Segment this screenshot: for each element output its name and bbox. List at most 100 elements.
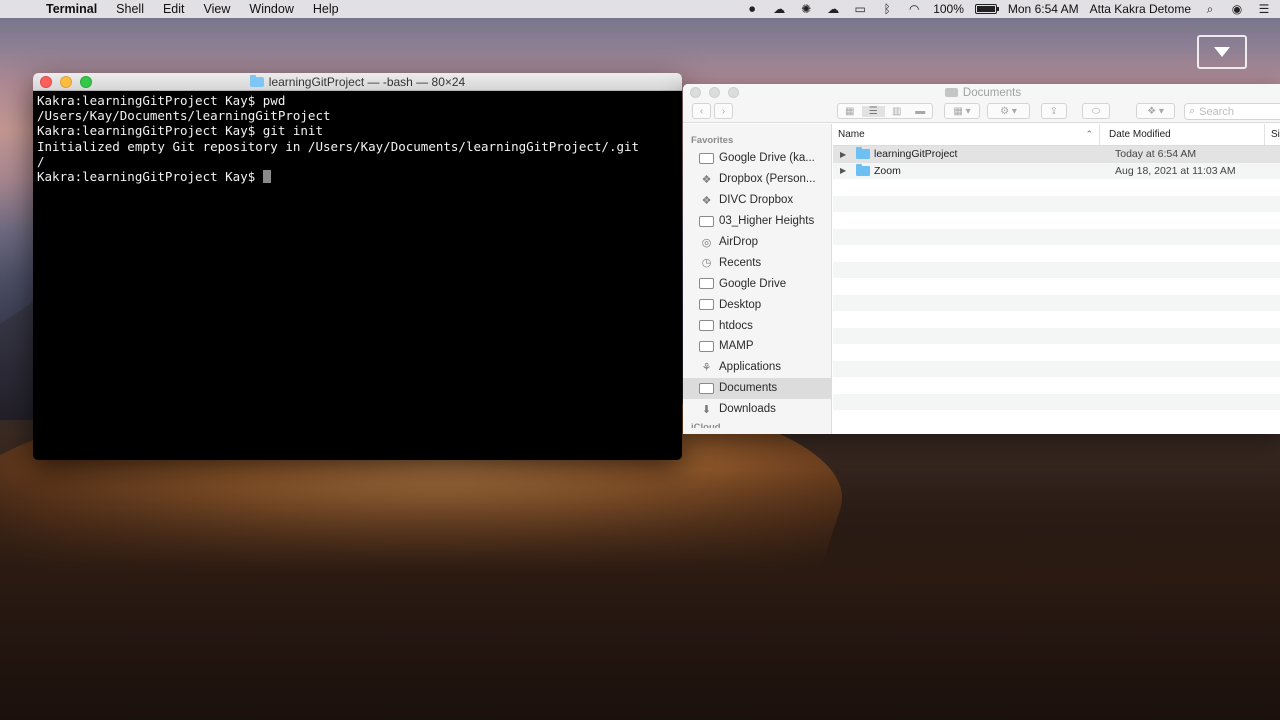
empty-row <box>833 278 1280 295</box>
wifi-icon[interactable]: ◠ <box>906 2 922 16</box>
screen-record-icon[interactable]: ⏺ <box>744 2 760 16</box>
file-list: Name ⌃ Date Modified Si ▶ learningGitProj… <box>833 124 1280 434</box>
folder-icon <box>699 152 714 164</box>
chevron-right-icon: › <box>721 105 726 117</box>
finder-titlebar[interactable]: Documents <box>683 84 1280 101</box>
sidebar-item-label: Dropbox (Person... <box>719 173 816 186</box>
gallery-view-icon[interactable]: ▬ <box>909 106 933 117</box>
airplay-icon[interactable]: ▭ <box>852 2 868 16</box>
column-size-header[interactable]: Si <box>1265 124 1280 145</box>
battery-level <box>976 6 995 12</box>
documents-icon <box>699 382 714 394</box>
sidebar-item-higher-heights[interactable]: 03_Higher Heights <box>683 211 831 232</box>
sidebar-item-documents[interactable]: Documents <box>683 377 831 399</box>
menu-user[interactable]: Atta Kakra Detome <box>1090 2 1191 16</box>
terminal-line: Kakra:learningGitProject Kay$ pwd <box>37 93 286 108</box>
tags-button[interactable]: ⬭ <box>1082 103 1110 119</box>
finder-sidebar: Favorites Google Drive (ka... ❖ Dropbox (… <box>683 124 832 434</box>
empty-row <box>833 179 1280 196</box>
folder-icon <box>699 299 714 311</box>
forward-button[interactable]: › <box>714 103 733 119</box>
dropbox-button[interactable]: ❖ ▾ <box>1136 103 1175 119</box>
empty-row <box>833 261 1280 278</box>
bluetooth-icon[interactable]: ᛒ <box>879 2 895 16</box>
download-arrow-icon <box>1214 47 1230 57</box>
sidebar-item-label: MAMP <box>719 340 754 353</box>
download-overlay-button[interactable] <box>1197 35 1247 69</box>
sidebar-item-dropbox-personal[interactable]: ❖ Dropbox (Person... <box>683 169 831 190</box>
disclosure-triangle-icon[interactable]: ▶ <box>840 166 852 175</box>
empty-row <box>833 245 1280 262</box>
back-button[interactable]: ‹ <box>692 103 711 119</box>
disclosure-triangle-icon[interactable]: ▶ <box>840 150 852 159</box>
sidebar-item-airdrop[interactable]: ◎ AirDrop <box>683 232 831 253</box>
column-date-label: Date Modified <box>1109 129 1171 140</box>
zoom-button[interactable] <box>80 76 92 88</box>
window-controls <box>690 87 739 98</box>
action-menu-button[interactable]: ⚙ ▾ <box>987 103 1030 119</box>
empty-row <box>833 410 1280 427</box>
sidebar-item-label: Documents <box>719 382 778 395</box>
backup-cloud-icon[interactable]: ☁ <box>825 2 841 16</box>
column-name-header[interactable]: Name ⌃ <box>833 124 1100 145</box>
sidebar-item-downloads[interactable]: ⬇ Downloads <box>683 399 831 420</box>
view-mode-selector[interactable]: ▦ ☰ ▥ ▬ <box>837 103 933 119</box>
sidebar-item-recents[interactable]: ◷ Recents <box>683 252 831 273</box>
menu-clock[interactable]: Mon 6:54 AM <box>1008 2 1079 16</box>
sidebar-item-label: Downloads <box>719 403 776 416</box>
close-button[interactable] <box>690 87 701 98</box>
column-name-label: Name <box>838 129 865 140</box>
menu-edit[interactable]: Edit <box>163 2 185 16</box>
sidebar-item-divc-dropbox[interactable]: ❖ DIVC Dropbox <box>683 190 831 211</box>
column-date-header[interactable]: Date Modified <box>1100 124 1265 145</box>
menu-extras: ⏺ ☁ ✺ ☁ ▭ ᛒ ◠ 100% Mon 6:54 AM Atta Kakr… <box>744 0 1272 18</box>
group-by-button[interactable]: ▦ ▾ <box>944 103 980 119</box>
sidebar-item-label: Applications <box>719 361 782 374</box>
search-icon: ⌕ <box>1189 105 1196 117</box>
battery-icon[interactable] <box>974 4 999 14</box>
spotlight-search-icon[interactable]: ⌕ <box>1202 2 1218 16</box>
folder-icon <box>699 320 714 332</box>
menu-help[interactable]: Help <box>313 2 339 16</box>
minimize-button[interactable] <box>709 87 720 98</box>
cloud-upload-icon[interactable]: ☁ <box>771 2 787 16</box>
creative-cloud-icon[interactable]: ✺ <box>798 2 814 16</box>
column-header: Name ⌃ Date Modified Si <box>833 124 1280 146</box>
empty-row <box>833 212 1280 229</box>
menu-app-name[interactable]: Terminal <box>46 2 97 16</box>
notification-center-icon[interactable]: ☰ <box>1256 2 1272 16</box>
terminal-line: Initialized empty Git repository in /Use… <box>37 138 640 154</box>
sidebar-item-desktop[interactable]: Desktop <box>683 294 831 315</box>
icon-view-icon[interactable]: ▦ <box>838 106 862 117</box>
close-button[interactable] <box>40 76 52 88</box>
window-controls <box>40 76 92 88</box>
apple-menu-icon[interactable] <box>16 0 34 18</box>
menu-window[interactable]: Window <box>249 2 293 16</box>
menu-shell[interactable]: Shell <box>116 2 144 16</box>
sidebar-item-htdocs[interactable]: htdocs <box>683 315 831 336</box>
share-button[interactable]: ⇪ <box>1041 103 1067 119</box>
menu-view[interactable]: View <box>204 2 231 16</box>
siri-icon[interactable]: ◉ <box>1229 2 1245 16</box>
finder-window: Documents ‹ › ▦ ☰ ▥ ▬ ▦ ▾ ⚙ ▾ ⇪ ⬭ ❖ ▾ ⌕ … <box>683 84 1280 434</box>
empty-row <box>833 360 1280 377</box>
search-field[interactable]: ⌕ Search <box>1184 103 1280 120</box>
file-row-zoom[interactable]: ▶ Zoom Aug 18, 2021 at 11:03 AM <box>833 162 1280 179</box>
column-view-icon[interactable]: ▥ <box>885 106 909 117</box>
sidebar-item-google-drive-ka[interactable]: Google Drive (ka... <box>683 148 831 169</box>
terminal-titlebar[interactable]: learningGitProject — -bash — 80×24 <box>33 73 682 91</box>
sidebar-item-label: Google Drive (ka... <box>719 152 815 165</box>
sidebar-item-google-drive[interactable]: Google Drive <box>683 273 831 294</box>
battery-percent: 100% <box>933 2 964 16</box>
minimize-button[interactable] <box>60 76 72 88</box>
sidebar-item-applications[interactable]: ⚘ Applications <box>683 357 831 378</box>
menu-bar: Terminal Shell Edit View Window Help ⏺ ☁… <box>0 0 1280 18</box>
clock-icon: ◷ <box>701 257 712 270</box>
sidebar-item-mamp[interactable]: MAMP <box>683 336 831 357</box>
terminal-line: Kakra:learningGitProject Kay$ git init <box>37 123 323 139</box>
zoom-button[interactable] <box>728 87 739 98</box>
terminal-output[interactable]: Kakra:learningGitProject Kay$ pwd/Users/… <box>33 91 682 186</box>
file-row-learninggitproject[interactable]: ▶ learningGitProject Today at 6:54 AM <box>833 146 1280 163</box>
list-view-icon[interactable]: ☰ <box>861 105 885 117</box>
applications-icon: ⚘ <box>701 361 712 374</box>
